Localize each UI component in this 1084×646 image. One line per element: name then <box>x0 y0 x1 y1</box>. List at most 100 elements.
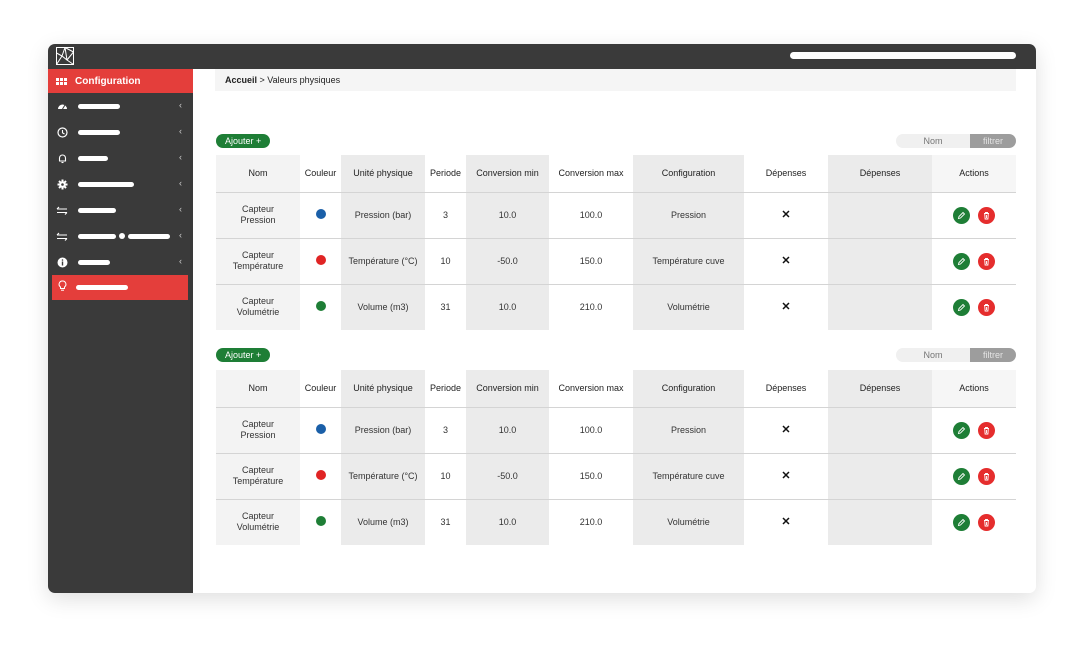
table-row: Capteur Pression Pression (bar) 3 10.0 10… <box>216 192 1016 239</box>
sidebar: Configuration ‹ ‹ ‹ ‹ ‹ ‹ ‹ <box>48 69 193 593</box>
delete-button[interactable] <box>978 252 995 270</box>
search-input[interactable] <box>790 52 1016 59</box>
cell-periode: 10 <box>425 453 466 500</box>
cell-conversion-max: 100.0 <box>549 192 633 239</box>
cell-nom: Capteur Pression <box>216 192 300 239</box>
chevron-left-icon: ‹ <box>179 230 182 240</box>
cell-depenses-2 <box>828 499 932 545</box>
main-content: Accueil > Valeurs physiques Ajouter + fi… <box>193 69 1036 593</box>
delete-button[interactable] <box>978 206 995 224</box>
col-header-unite[interactable]: Unité physique <box>341 370 425 408</box>
add-button[interactable]: Ajouter + <box>216 348 271 362</box>
col-header-conversion-min[interactable]: Conversion min <box>466 155 549 193</box>
grid-icon <box>56 77 67 85</box>
cell-couleur <box>300 192 341 239</box>
cross-icon: ✕ <box>781 515 791 528</box>
edit-button[interactable] <box>953 467 970 485</box>
name-filter-input[interactable] <box>896 348 970 362</box>
pencil-icon <box>957 518 966 526</box>
edit-button[interactable] <box>953 421 970 439</box>
name-filter-input[interactable] <box>896 134 970 148</box>
col-header-depenses[interactable]: Dépenses <box>744 155 828 193</box>
bell-icon <box>56 152 68 164</box>
col-header-depenses[interactable]: Dépenses <box>744 370 828 408</box>
cell-depenses-2 <box>828 453 932 500</box>
cell-depenses-2 <box>828 284 932 330</box>
delete-button[interactable] <box>978 467 995 485</box>
col-header-configuration[interactable]: Configuration <box>633 370 744 408</box>
color-dot <box>315 254 326 265</box>
filter-button[interactable]: filtrer <box>970 348 1016 362</box>
cell-depenses-2 <box>828 407 932 454</box>
breadcrumb-current: Valeurs physiques <box>267 75 341 85</box>
chevron-left-icon: ‹ <box>179 100 182 110</box>
table-row: Capteur Température Température (°C) 10 -… <box>216 238 1016 285</box>
trash-icon <box>984 303 989 312</box>
col-header-conversion-max[interactable]: Conversion max <box>549 370 633 408</box>
sidebar-item-selected[interactable] <box>52 275 188 300</box>
breadcrumb-separator: > <box>257 75 268 85</box>
table-row: Capteur Volumétrie Volume (m3) 31 10.0 21… <box>216 499 1016 545</box>
delete-button[interactable] <box>978 513 995 531</box>
cell-configuration: Pression <box>633 407 744 454</box>
cell-depenses-2 <box>828 192 932 239</box>
cell-actions <box>932 238 1016 285</box>
edit-button[interactable] <box>953 513 970 531</box>
color-dot <box>315 515 326 526</box>
pencil-icon <box>957 426 966 434</box>
cell-actions <box>932 284 1016 330</box>
cross-icon: ✕ <box>781 300 791 313</box>
delete-button[interactable] <box>978 421 995 439</box>
edit-button[interactable] <box>953 206 970 224</box>
col-header-periode[interactable]: Periode <box>425 370 466 408</box>
col-header-unite[interactable]: Unité physique <box>341 155 425 193</box>
col-header-conversion-max[interactable]: Conversion max <box>549 155 633 193</box>
cell-couleur <box>300 407 341 454</box>
sidebar-item-dashboard[interactable]: ‹ <box>48 95 193 117</box>
cell-conversion-min: -50.0 <box>466 453 549 500</box>
sidebar-item-info[interactable]: ‹ <box>48 251 193 273</box>
col-header-nom[interactable]: Nom <box>216 370 300 408</box>
pencil-icon <box>957 257 966 265</box>
sidebar-item-alerts[interactable]: ‹ <box>48 147 193 169</box>
sidebar-item-transfer[interactable]: ‹ <box>48 199 193 221</box>
col-header-conversion-min[interactable]: Conversion min <box>466 370 549 408</box>
col-header-couleur[interactable]: Couleur <box>300 370 341 408</box>
add-button[interactable]: Ajouter + <box>216 134 271 148</box>
cell-conversion-min: 10.0 <box>466 499 549 545</box>
table-header-row: Nom Couleur Unité physique Periode Conve… <box>216 370 1016 408</box>
cell-depenses-2 <box>828 238 932 285</box>
cell-periode: 31 <box>425 284 466 330</box>
cell-unite: Pression (bar) <box>341 407 425 454</box>
color-dot <box>315 300 326 311</box>
edit-button[interactable] <box>953 252 970 270</box>
cell-conversion-min: -50.0 <box>466 238 549 285</box>
sidebar-item-label: Configuration <box>75 75 141 87</box>
filter-button[interactable]: filtrer <box>970 134 1016 148</box>
cell-depenses: ✕ <box>744 453 828 500</box>
col-header-periode[interactable]: Periode <box>425 155 466 193</box>
delete-button[interactable] <box>978 298 995 316</box>
col-header-couleur[interactable]: Couleur <box>300 155 341 193</box>
cell-configuration: Température cuve <box>633 453 744 500</box>
col-header-configuration[interactable]: Configuration <box>633 155 744 193</box>
cell-periode: 3 <box>425 407 466 454</box>
sidebar-item-settings[interactable]: ‹ <box>48 173 193 195</box>
pencil-icon <box>957 211 966 219</box>
cell-nom: Capteur Volumétrie <box>216 284 300 330</box>
cross-icon: ✕ <box>781 208 791 221</box>
transfer-icon <box>56 230 68 242</box>
cell-unite: Température (°C) <box>341 453 425 500</box>
edit-button[interactable] <box>953 298 970 316</box>
col-header-depenses-2[interactable]: Dépenses <box>828 370 932 408</box>
sidebar-item-transfer-2[interactable]: ‹ <box>48 225 193 247</box>
dashboard-icon <box>56 100 68 112</box>
breadcrumb-home[interactable]: Accueil <box>225 75 257 85</box>
cell-nom: Capteur Température <box>216 453 300 500</box>
cell-depenses: ✕ <box>744 407 828 454</box>
sidebar-item-clock[interactable]: ‹ <box>48 121 193 143</box>
top-bar <box>48 44 1036 69</box>
col-header-depenses-2[interactable]: Dépenses <box>828 155 932 193</box>
col-header-nom[interactable]: Nom <box>216 155 300 193</box>
sidebar-item-configuration[interactable]: Configuration <box>48 69 193 93</box>
